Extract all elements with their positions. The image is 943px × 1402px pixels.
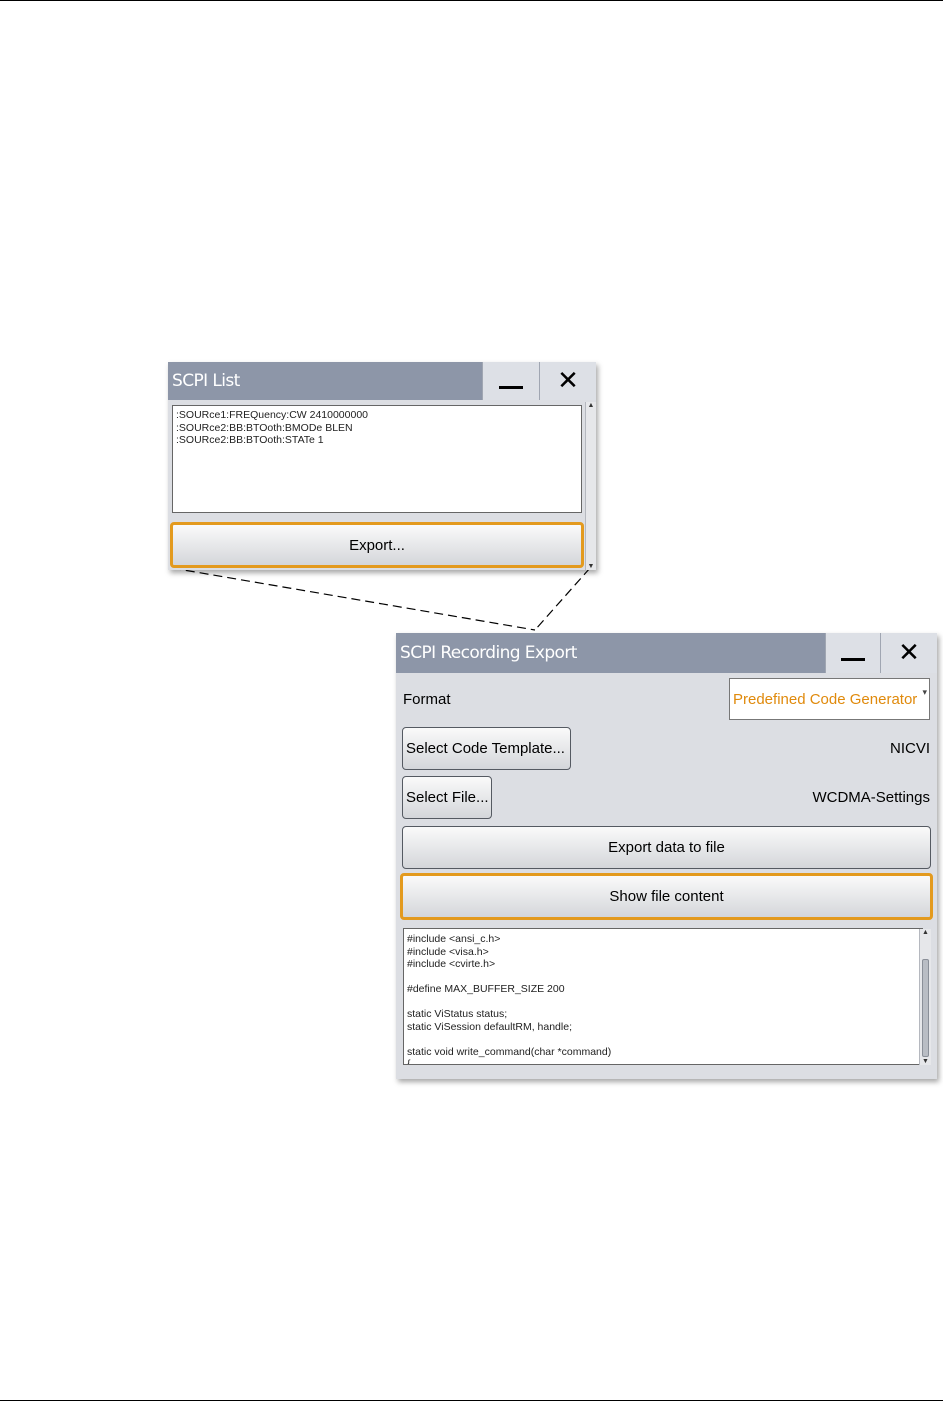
- export-dialog-title: SCPI Recording Export: [400, 643, 577, 663]
- scpi-line: :SOURce1:FREQuency:CW 2410000000: [176, 409, 369, 421]
- scpi-list-title: SCPI List: [172, 371, 240, 391]
- code-line: #include <ansi_c.h>: [407, 933, 501, 945]
- minimize-icon: [499, 385, 523, 389]
- code-line: #include <visa.h>: [407, 945, 489, 958]
- code-line: static ViStatus status;: [407, 1008, 508, 1020]
- file-value: WCDMA-Settings: [812, 789, 930, 806]
- page-bottom-rule: [0, 1400, 943, 1401]
- scpi-command-list[interactable]: :SOURce1:FREQuency:CW 2410000000 :SOURce…: [172, 405, 582, 513]
- close-button[interactable]: ✕: [539, 362, 596, 400]
- callout-line-right: [534, 567, 591, 631]
- format-select[interactable]: Predefined Code Generator ▾: [729, 678, 930, 720]
- export-titlebar: SCPI Recording Export ✕: [396, 633, 937, 673]
- file-content-view[interactable]: #include <ansi_c.h> #include <visa.h> #i…: [403, 928, 923, 1065]
- file-content-scrollbar[interactable]: ▲ ▼: [919, 929, 931, 1065]
- select-file-button[interactable]: Select File...: [402, 776, 492, 819]
- format-label: Format: [403, 691, 451, 708]
- code-line: #define MAX_BUFFER_SIZE 200: [407, 983, 565, 995]
- close-button[interactable]: ✕: [880, 633, 937, 673]
- scroll-up-icon[interactable]: ▲: [586, 402, 596, 409]
- dropdown-arrow-icon: ▾: [922, 687, 927, 697]
- scpi-list-scrollbar[interactable]: ▲ ▼: [585, 402, 596, 570]
- scroll-down-icon[interactable]: ▼: [586, 563, 596, 570]
- scpi-line: :SOURce2:BB:BTOoth:STATe 1: [176, 434, 324, 446]
- minimize-button[interactable]: [825, 633, 880, 673]
- template-value: NICVI: [889, 740, 930, 757]
- close-icon: ✕: [557, 366, 579, 396]
- scroll-thumb[interactable]: [922, 959, 929, 1057]
- scroll-up-icon[interactable]: ▲: [920, 929, 931, 936]
- export-button[interactable]: Export...: [170, 522, 584, 568]
- format-select-value: Predefined Code Generator: [733, 690, 918, 708]
- callout-line-left: [171, 567, 536, 631]
- page-top-rule: [0, 0, 943, 1]
- scpi-list-titlebar: SCPI List ✕: [168, 362, 596, 400]
- select-code-template-button[interactable]: Select Code Template...: [402, 727, 571, 770]
- code-line: static void write_command(char *command): [407, 1045, 612, 1058]
- close-icon: ✕: [898, 638, 920, 668]
- minimize-icon: [841, 657, 865, 661]
- show-file-content-button[interactable]: Show file content: [400, 873, 933, 920]
- scpi-recording-export-dialog: SCPI Recording Export ✕ Format Predefine…: [396, 633, 937, 1079]
- scpi-line: :SOURce2:BB:BTOoth:BMODe BLEN: [176, 421, 353, 434]
- minimize-button[interactable]: [482, 362, 539, 400]
- scroll-down-icon[interactable]: ▼: [920, 1058, 931, 1065]
- code-line: {: [407, 1058, 411, 1065]
- code-line: #include <cvirte.h>: [407, 958, 496, 970]
- code-line: static ViSession defaultRM, handle;: [407, 1020, 572, 1033]
- export-data-to-file-button[interactable]: Export data to file: [402, 826, 931, 869]
- scpi-list-dialog: SCPI List ✕ :SOURce1:FREQuency:CW 241000…: [168, 362, 596, 570]
